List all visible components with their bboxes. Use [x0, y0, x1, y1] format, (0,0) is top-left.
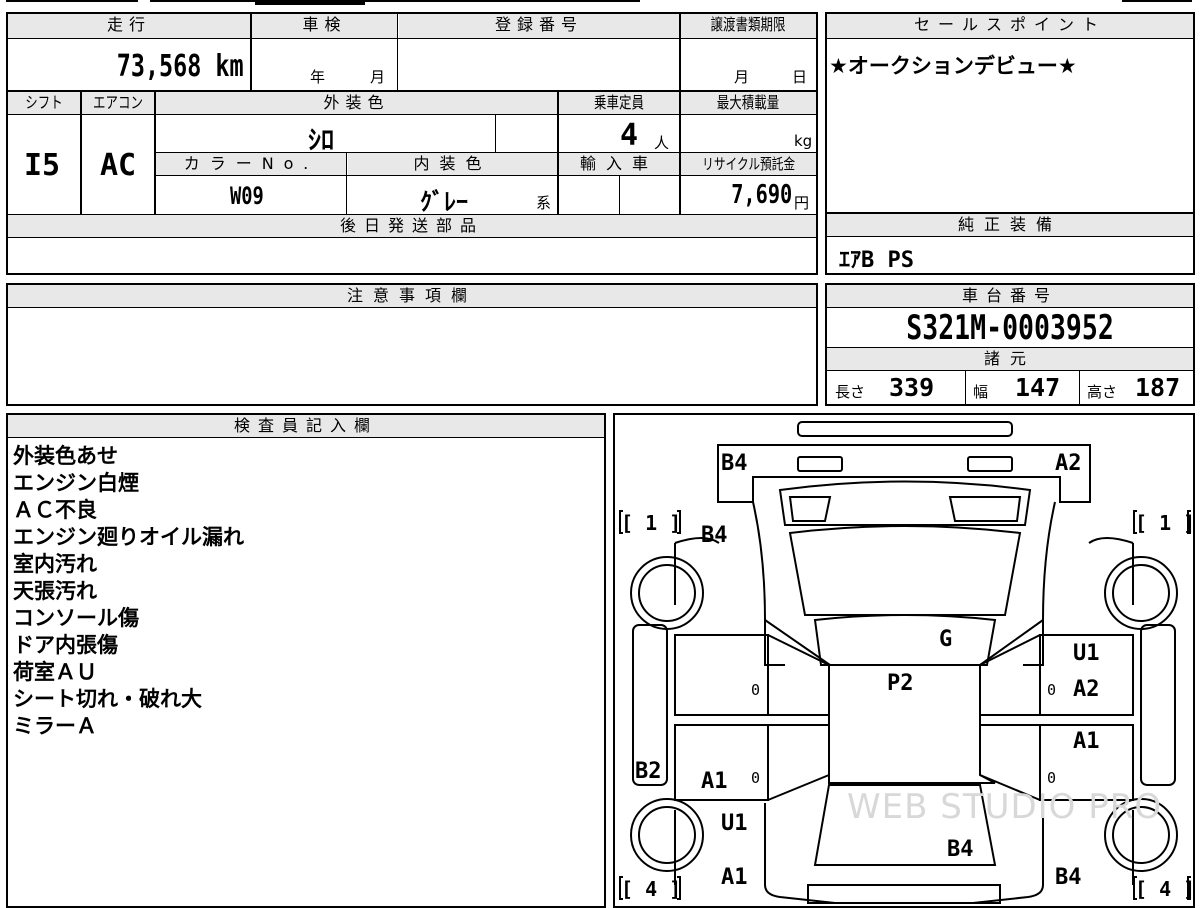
damage-diagram-panel: WEB STUDIO PRO B4 A2 B4 G P2 U1 A2 A1 B2… [613, 413, 1195, 908]
interior-color-suffix: 系 [536, 194, 552, 212]
damage-rear-center-label: B4 [947, 837, 974, 862]
import-header: 輸入車 [559, 153, 679, 175]
shift-header: シフト [8, 92, 80, 114]
damage-left-rear-quarter-label: B2 [635, 759, 662, 784]
inspector-panel: 検査員記入欄 外装色あせ エンジン白煙 ＡＣ不良 エンジン廻りオイル漏れ 室内汚… [6, 413, 606, 908]
damage-right-front-door-2-label: A2 [1073, 677, 1100, 702]
inspector-line: 外装色あせ [13, 444, 118, 468]
damage-right-rear-door-label: A1 [1073, 729, 1100, 754]
sales-point-header: セールスポイント [827, 14, 1193, 38]
transfer-day-unit: 日 [792, 68, 808, 86]
color-no-header: カラーNo. [156, 153, 346, 175]
inspector-line: コンソール傷 [13, 606, 139, 630]
capacity-value: 4 [620, 118, 639, 153]
damage-rear-right-label: B4 [1055, 865, 1082, 890]
damage-front-left-label: B4 [721, 451, 748, 476]
length-value: 339 [889, 373, 935, 402]
recycle-fee-unit: 円 [794, 194, 810, 212]
max-load-unit: kg [794, 132, 813, 150]
height-label: 高さ [1087, 383, 1118, 401]
damage-rear-left-label: A1 [721, 865, 748, 890]
damage-hood-left-label: B4 [701, 523, 728, 548]
capacity-unit: 人 [654, 134, 670, 152]
inspector-line: 室内汚れ [13, 552, 97, 576]
inspector-line: ミラーＡ [13, 714, 97, 738]
later-parts-field[interactable] [8, 238, 816, 273]
tire-rear-right-mark: [ 4 ] [1135, 877, 1196, 901]
zero-mark: 0 [751, 769, 761, 787]
sales-point-panel: セールスポイント ★オークションデビュー★ [825, 12, 1195, 214]
notes-panel: 注意事項欄 [6, 283, 818, 406]
inspection-month-unit: 月 [370, 68, 386, 86]
inspector-line: エンジン廻りオイル漏れ [13, 525, 244, 549]
mileage-value: 73,568 km [117, 49, 244, 84]
recycle-fee-value: 7,690 [730, 180, 792, 210]
ac-value: AC [100, 148, 137, 183]
car-diagram [619, 421, 1191, 904]
genuine-equipment-text: ｴｱB PS [839, 248, 914, 273]
watermark: WEB STUDIO PRO [847, 787, 1163, 827]
genuine-equipment-panel: 純正装備 ｴｱB PS [825, 212, 1195, 275]
mileage-header: 走行 [8, 14, 250, 38]
top-clipped-strip [0, 0, 1200, 6]
inspection-header: 車検 [252, 14, 397, 38]
transfer-deadline-header: 譲渡書類期限 [681, 14, 816, 38]
color-no-value: W09 [230, 182, 264, 210]
tire-front-left-mark: [ 1 ] [621, 511, 682, 535]
exterior-color-header: 外装色 [156, 92, 557, 114]
notes-field[interactable] [8, 308, 816, 404]
chassis-panel: 車台番号 S321M-0003952 諸元 長さ 339 幅 147 高さ 18… [825, 283, 1195, 406]
damage-windshield-label: G [939, 627, 953, 652]
genuine-equipment-header: 純正装備 [827, 214, 1193, 236]
max-load-header: 最大積載量 [681, 92, 816, 114]
transfer-month-unit: 月 [734, 68, 750, 86]
later-parts-header: 後日発送部品 [8, 215, 816, 237]
interior-color-header: 内装色 [348, 153, 557, 175]
inspector-header: 検査員記入欄 [8, 415, 604, 437]
damage-left-rear-door-label: A1 [701, 769, 728, 794]
specs-header: 諸元 [827, 348, 1193, 370]
registration-header: 登録番号 [399, 14, 679, 38]
ac-header: エアコン [82, 92, 154, 114]
vehicle-info-table: 走行 車検 登録番号 譲渡書類期限 73,568 km 年 月 月 日 シフト … [6, 12, 818, 275]
chassis-header: 車台番号 [827, 285, 1193, 307]
inspector-line: ＡＣ不良 [13, 498, 97, 522]
inspector-line: シート切れ・破れ大 [13, 687, 202, 711]
inspector-line: 天張汚れ [13, 579, 97, 603]
zero-mark: 0 [1047, 769, 1057, 787]
zero-mark: 0 [1047, 681, 1057, 699]
length-label: 長さ [835, 383, 866, 401]
inspector-line: 荷室ＡＵ [13, 660, 97, 684]
inspection-year-unit: 年 [310, 68, 326, 86]
damage-left-rear-wheel-label: U1 [721, 811, 748, 836]
width-label: 幅 [973, 383, 989, 401]
inspector-line: ドア内張傷 [13, 633, 118, 657]
inspector-lines: 外装色あせ エンジン白煙 ＡＣ不良 エンジン廻りオイル漏れ 室内汚れ 天張汚れ … [13, 443, 593, 740]
width-value: 147 [1015, 373, 1061, 402]
zero-mark: 0 [751, 681, 761, 699]
shift-value: I5 [24, 148, 61, 183]
inspector-line: エンジン白煙 [13, 471, 139, 495]
notes-header: 注意事項欄 [8, 285, 816, 307]
damage-roof-label: P2 [887, 671, 914, 696]
tire-rear-left-mark: [ 4 ] [621, 877, 682, 901]
chassis-number: S321M-0003952 [906, 308, 1114, 348]
damage-right-front-door-1-label: U1 [1073, 641, 1100, 666]
tire-front-right-mark: [ 1 ] [1135, 511, 1196, 535]
recycle-fee-header: リサイクル預託金 [681, 153, 816, 175]
interior-color-value: ｸﾞﾚｰ [420, 188, 468, 216]
sales-point-text: ★オークションデビュー★ [829, 54, 1077, 78]
height-value: 187 [1135, 373, 1181, 402]
damage-front-right-label: A2 [1055, 451, 1082, 476]
capacity-header: 乗車定員 [559, 92, 679, 114]
registration-number-value[interactable] [399, 40, 679, 90]
